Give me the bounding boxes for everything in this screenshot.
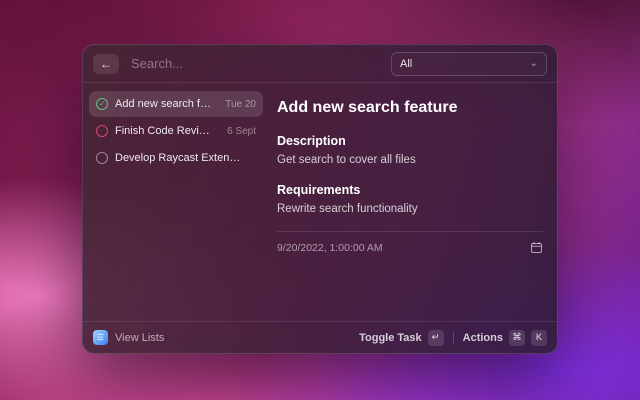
toggle-task-label[interactable]: Toggle Task <box>359 332 422 344</box>
check-glyph: ✓ <box>99 101 105 108</box>
detail-title: Add new search feature <box>277 99 543 117</box>
view-lists-app-icon: ☰ <box>93 330 108 345</box>
requirements-heading: Requirements <box>277 183 543 197</box>
chevron-down-icon: ⌄ <box>530 59 538 69</box>
list-glyph-icon: ☰ <box>97 334 104 342</box>
return-keycap[interactable]: ↵ <box>428 330 444 346</box>
circle-outline-red-icon <box>96 125 108 137</box>
description-heading: Description <box>277 134 543 148</box>
task-title: Develop Raycast Extension <box>115 152 243 164</box>
check-circle-icon: ✓ <box>96 98 108 110</box>
footer-app-label: View Lists <box>115 332 164 344</box>
list-item-add-new-search-feature[interactable]: ✓ Add new search feature Tue 20 <box>89 91 263 117</box>
circle-outline-icon <box>96 152 108 164</box>
search-input[interactable] <box>129 55 381 72</box>
task-title: Finish Code Reviews <box>115 125 214 137</box>
task-detail-panel: Add new search feature Description Get s… <box>263 91 545 321</box>
filter-dropdown[interactable]: All ⌄ <box>391 52 547 76</box>
calendar-icon[interactable] <box>530 241 543 254</box>
footer-actions: Toggle Task ↵ Actions ⌘ K <box>359 330 547 346</box>
datetime-value: 9/20/2022, 1:00:00 AM <box>277 242 383 254</box>
back-button[interactable]: ← <box>93 54 119 74</box>
task-date: 6 Sept <box>221 126 256 137</box>
requirements-body: Rewrite search functionality <box>277 203 543 215</box>
list-item-finish-code-reviews[interactable]: Finish Code Reviews 6 Sept <box>89 118 263 144</box>
footer-divider <box>453 332 454 344</box>
task-title: Add new search feature <box>115 98 212 110</box>
footer-bar: ☰ View Lists Toggle Task ↵ Actions ⌘ K <box>83 321 557 353</box>
list-item-develop-raycast-extension[interactable]: Develop Raycast Extension <box>89 145 263 171</box>
back-arrow-icon: ← <box>100 57 112 71</box>
search-bar: ← All ⌄ <box>83 45 557 83</box>
datetime-field[interactable]: 9/20/2022, 1:00:00 AM <box>277 241 543 254</box>
detail-divider <box>277 231 543 232</box>
task-date: Tue 20 <box>219 99 256 110</box>
description-body: Get search to cover all files <box>277 154 543 166</box>
raycast-window: ← All ⌄ ✓ Add new search feature Tue 20 … <box>82 44 558 354</box>
filter-dropdown-value: All <box>400 58 412 70</box>
main-content: ✓ Add new search feature Tue 20 Finish C… <box>83 83 557 321</box>
command-keycap[interactable]: ⌘ <box>509 330 525 346</box>
actions-label[interactable]: Actions <box>463 332 503 344</box>
task-list: ✓ Add new search feature Tue 20 Finish C… <box>89 91 263 321</box>
k-keycap[interactable]: K <box>531 330 547 346</box>
